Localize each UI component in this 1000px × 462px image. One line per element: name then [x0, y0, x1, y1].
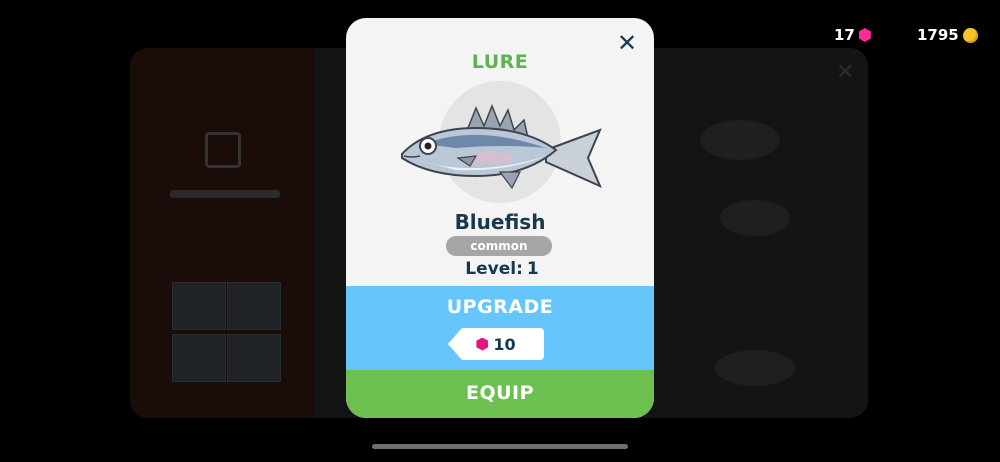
gem-icon — [476, 337, 489, 351]
coin-counter: 1795 — [917, 26, 978, 44]
bluefish-image — [401, 103, 602, 190]
item-name: Bluefish — [454, 210, 546, 234]
upgrade-cost: 10 — [448, 328, 544, 360]
upgrade-cost-value: 10 — [493, 334, 516, 354]
upgrade-button[interactable]: UPGRADE 10 — [346, 286, 654, 370]
gem-counter: 17 — [834, 26, 871, 44]
level-value: 1 — [526, 259, 539, 279]
lure-modal: LURE ✕ Bluefish common Level: 1 UPGRADE 1… — [346, 18, 654, 418]
close-icon[interactable]: ✕ — [614, 30, 640, 56]
coin-count: 1795 — [917, 26, 959, 44]
equip-button[interactable]: EQUIP — [346, 370, 654, 418]
background-slot — [227, 334, 281, 382]
background-icon — [205, 132, 241, 168]
gem-icon — [858, 28, 871, 42]
background-close-icon: ✕ — [836, 60, 855, 85]
equip-label: EQUIP — [465, 382, 535, 404]
background-slot — [172, 334, 226, 382]
item-level: Level: 1 — [346, 259, 654, 279]
rarity-badge: common — [446, 236, 552, 256]
background-label — [170, 190, 280, 198]
background-fish-shape — [715, 350, 795, 386]
background-fish-shape — [700, 120, 780, 160]
background-fish-shape — [720, 200, 790, 236]
background-slot — [227, 282, 281, 330]
gem-count: 17 — [834, 26, 855, 44]
level-label: Level: — [465, 259, 523, 279]
background-slot — [172, 282, 226, 330]
modal-title: LURE — [471, 51, 529, 73]
upgrade-label: UPGRADE — [446, 296, 554, 318]
coin-icon — [962, 27, 978, 43]
home-indicator — [372, 444, 628, 449]
